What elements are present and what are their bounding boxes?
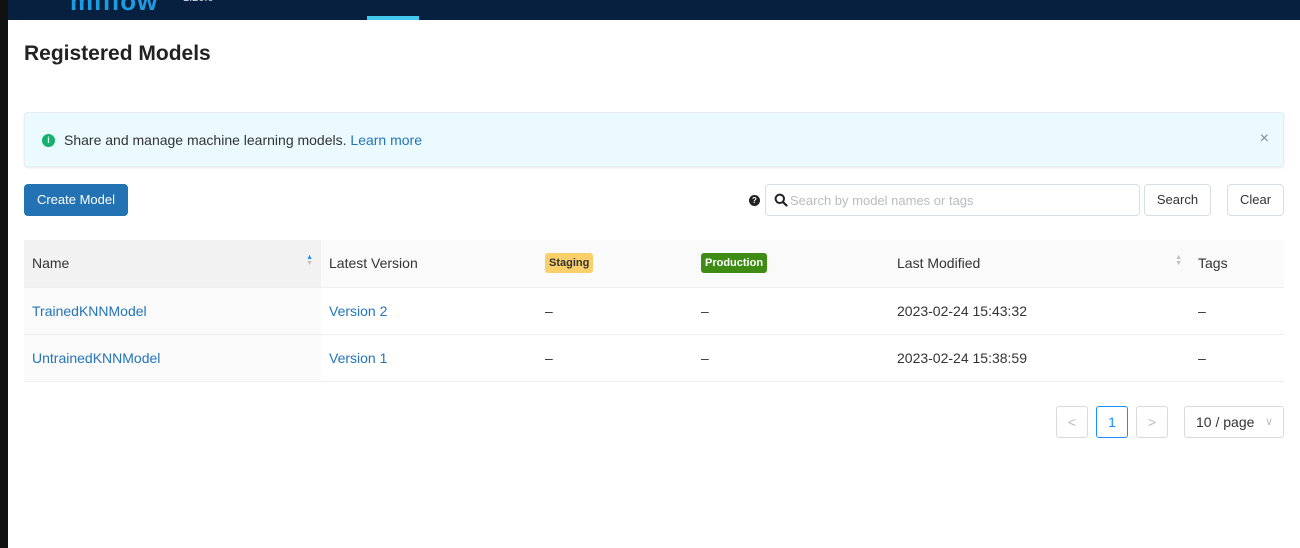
cell-production: – — [693, 334, 889, 382]
column-header-last-modified[interactable]: Last Modified ▲ ▼ — [889, 240, 1190, 288]
version-label: 1.26.0 — [183, 0, 214, 4]
active-tab-indicator — [367, 16, 419, 20]
learn-more-link[interactable]: Learn more — [350, 132, 422, 148]
mlflow-logo[interactable]: mlflow — [70, 0, 158, 17]
previous-page-button[interactable]: < — [1056, 406, 1088, 438]
production-badge: Production — [701, 253, 768, 274]
page: mlflow 1.26.0 Registered Models i Share … — [8, 0, 1300, 548]
model-name-link[interactable]: UntrainedKNNModel — [32, 350, 160, 366]
search-button[interactable]: Search — [1144, 184, 1211, 216]
table-header-row: Name ▲ ▼ Latest Version Staging Productio… — [24, 240, 1284, 288]
cell-name: TrainedKNNModel — [24, 287, 321, 335]
chevron-down-icon: ∨ — [1264, 416, 1273, 428]
column-header-production: Production — [693, 240, 889, 288]
sort-icon[interactable]: ▲ ▼ — [306, 254, 313, 267]
cell-last-modified: 2023-02-24 15:38:59 — [889, 334, 1190, 382]
registered-models-table: Name ▲ ▼ Latest Version Staging Productio… — [24, 240, 1284, 382]
search-input[interactable] — [790, 186, 1135, 214]
table-row: UntrainedKNNModel Version 1 – – 2023-02-… — [24, 334, 1284, 382]
search-box — [765, 184, 1140, 216]
cell-staging: – — [537, 334, 693, 382]
table-row: TrainedKNNModel Version 2 – – 2023-02-24… — [24, 287, 1284, 335]
column-header-staging: Staging — [537, 240, 693, 288]
version-link[interactable]: Version 2 — [329, 303, 387, 319]
cell-name: UntrainedKNNModel — [24, 334, 321, 382]
sort-icon[interactable]: ▲ ▼ — [1175, 254, 1182, 267]
cell-latest-version: Version 1 — [321, 334, 537, 382]
column-header-name[interactable]: Name ▲ ▼ — [24, 240, 321, 288]
staging-badge: Staging — [545, 253, 594, 274]
cell-tags: – — [1190, 334, 1284, 382]
info-alert: i Share and manage machine learning mode… — [24, 112, 1284, 167]
help-icon[interactable]: ? — [749, 195, 760, 206]
alert-message: Share and manage machine learning models… — [64, 132, 422, 148]
cell-last-modified: 2023-02-24 15:43:32 — [889, 287, 1190, 335]
info-icon: i — [42, 134, 55, 147]
page-title: Registered Models — [24, 42, 211, 65]
next-page-button[interactable]: > — [1136, 406, 1168, 438]
cell-tags: – — [1190, 287, 1284, 335]
page-size-select[interactable]: 10 / page ∨ — [1184, 406, 1284, 438]
version-link[interactable]: Version 1 — [329, 350, 387, 366]
cell-staging: – — [537, 287, 693, 335]
clear-button[interactable]: Clear — [1227, 184, 1284, 216]
create-model-button[interactable]: Create Model — [24, 184, 128, 216]
search-icon — [774, 193, 788, 207]
page-1-button[interactable]: 1 — [1096, 406, 1128, 438]
cell-latest-version: Version 2 — [321, 287, 537, 335]
model-name-link[interactable]: TrainedKNNModel — [32, 303, 147, 319]
column-header-latest-version: Latest Version — [321, 240, 537, 288]
top-nav-bar: mlflow 1.26.0 — [8, 0, 1300, 20]
close-icon[interactable]: × — [1260, 130, 1269, 148]
cell-production: – — [693, 287, 889, 335]
alert-message-text: Share and manage machine learning models… — [64, 132, 347, 148]
column-header-tags: Tags — [1190, 240, 1284, 288]
